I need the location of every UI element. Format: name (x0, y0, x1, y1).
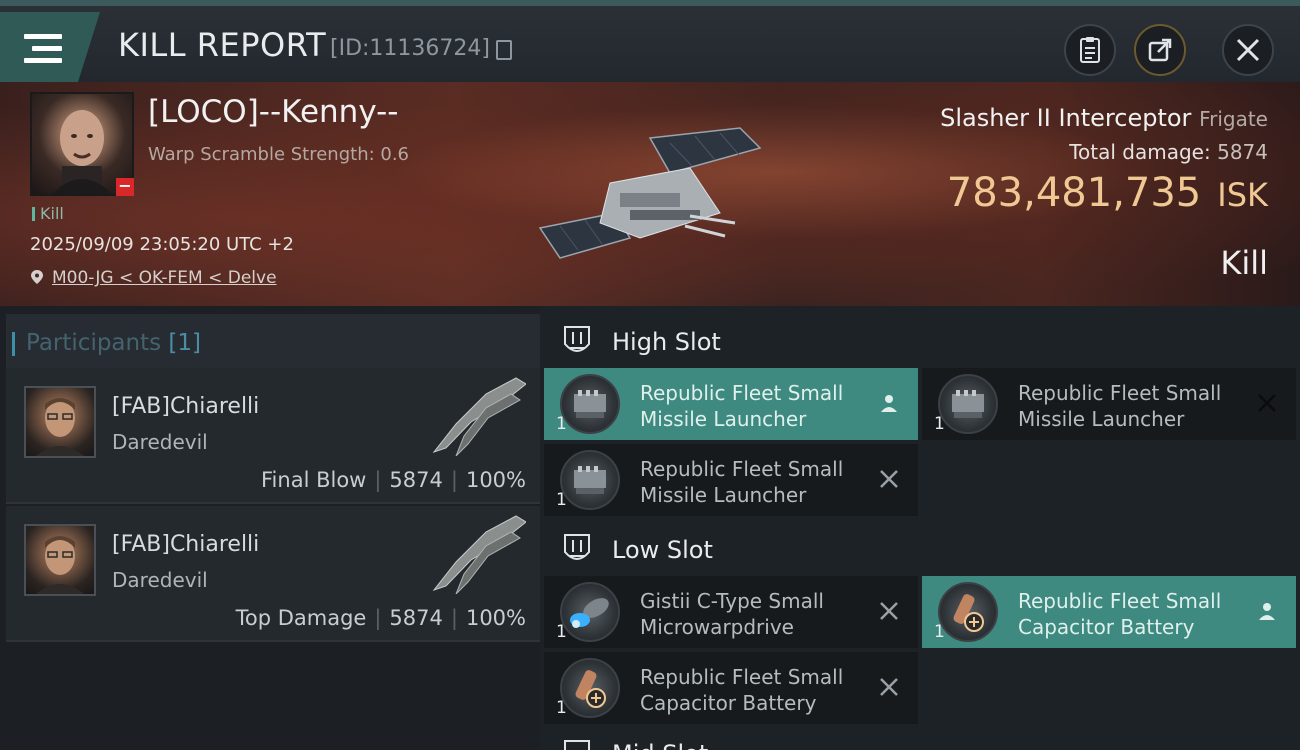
module-quantity: 1 (556, 622, 567, 642)
participant-role: Top Damage (235, 606, 367, 630)
victim-name[interactable]: [LOCO]--Kenny-- (148, 94, 399, 130)
header-bar: KILL REPORT [ID:11136724] (0, 0, 1300, 82)
clipboard-icon (1080, 37, 1100, 63)
kill-datetime: 2025/09/09 23:05:20 UTC +2 (30, 234, 294, 255)
victim-banner: − [LOCO]--Kenny-- Warp Scramble Strength… (0, 82, 1300, 306)
participants-header: Participants [1] (6, 314, 540, 372)
participant-face (36, 398, 84, 456)
participants-title: Participants [1] (11, 330, 202, 356)
mid-slot-icon (564, 740, 590, 750)
module-slot[interactable]: 1 Republic Fleet Small Missile Launcher (544, 444, 918, 516)
module-name: Republic Fleet Small Missile Launcher (640, 381, 844, 431)
destroyed-x-icon (880, 678, 898, 696)
hostile-badge: − (116, 178, 134, 196)
capacitor-battery-icon (938, 582, 998, 642)
destroyed-x-icon (880, 470, 898, 488)
module-name: Gistii C-Type Small Microwarpdrive (640, 589, 824, 639)
participant-row[interactable]: [FAB]Chiarelli Daredevil Final Blow | 5874… (6, 368, 540, 504)
missile-launcher-icon (560, 450, 620, 510)
participant-portrait[interactable] (24, 524, 96, 596)
module-slot[interactable]: 1 Republic Fleet Small Missile Launcher (922, 368, 1296, 440)
menu-tab[interactable] (0, 12, 100, 82)
participants-label: Participants (26, 330, 162, 356)
participant-ship: Daredevil (112, 430, 208, 454)
low-slot-title: Low Slot (612, 536, 713, 564)
participant-damage: 5874 (389, 606, 443, 630)
participant-portrait[interactable] (24, 386, 96, 458)
high-slot-header: High Slot (540, 310, 1300, 372)
isk-value: 783,481,735 ISK (947, 170, 1268, 216)
module-quantity: 1 (934, 622, 945, 642)
missile-launcher-icon (560, 374, 620, 434)
module-slot[interactable]: 1 Republic Fleet Small Missile Launcher (544, 368, 918, 440)
participant-ship: Daredevil (112, 568, 208, 592)
share-button[interactable] (1134, 24, 1186, 76)
victim-ship-render (538, 127, 762, 259)
total-damage-value: 5874 (1217, 140, 1268, 164)
dropped-person-icon (1259, 603, 1275, 620)
isk-amount: 783,481,735 (946, 170, 1202, 216)
mid-slot-header: Mid Slot (540, 730, 1300, 750)
low-slot-header: Low Slot (540, 518, 1300, 580)
dropped-person-icon (881, 395, 897, 412)
destroyed-x-icon (1258, 394, 1276, 412)
log-button[interactable] (1064, 24, 1116, 76)
low-slot-icon (564, 534, 590, 560)
participant-damage: 5874 (389, 468, 443, 492)
copy-icon[interactable] (496, 40, 512, 60)
location-text: M00-JG < OK-FEM < Delve (52, 268, 277, 288)
participant-name[interactable]: [FAB]Chiarelli (112, 532, 259, 557)
kill-report-screen: KILL REPORT [ID:11136724] − [LOCO]--Kenn… (0, 0, 1300, 750)
participant-role: Final Blow (261, 468, 367, 492)
share-icon (1148, 38, 1172, 62)
kill-location-link[interactable]: M00-JG < OK-FEM < Delve (30, 268, 277, 288)
module-name: Republic Fleet Small Capacitor Battery (1018, 589, 1222, 639)
warp-scramble-strength: Warp Scramble Strength: 0.6 (148, 144, 410, 165)
module-slot[interactable]: 1 Republic Fleet Small Capacitor Battery (922, 576, 1296, 648)
ship-name: Slasher II Interceptor (940, 104, 1192, 132)
module-quantity: 1 (934, 414, 945, 434)
total-damage-label: Total damage: (1069, 140, 1211, 164)
close-button[interactable] (1222, 24, 1274, 76)
kill-result: Kill (1220, 244, 1268, 282)
participants-panel: Participants [1] [FAB]Chiarelli Daredevi… (0, 306, 540, 750)
module-slot[interactable]: 1 Gistii C-Type Small Microwarpdrive (544, 576, 918, 648)
participant-face (36, 536, 84, 594)
module-name: Republic Fleet Small Capacitor Battery (640, 665, 844, 715)
participant-row[interactable]: [FAB]Chiarelli Daredevil Top Damage | 5874… (6, 506, 540, 642)
module-name: Republic Fleet Small Missile Launcher (1018, 381, 1222, 431)
destroyed-x-icon (880, 602, 898, 620)
missile-launcher-icon (938, 374, 998, 434)
total-damage: Total damage: 5874 (1069, 140, 1268, 164)
participant-name[interactable]: [FAB]Chiarelli (112, 394, 259, 419)
isk-unit: ISK (1217, 176, 1268, 214)
participant-ship-icon (432, 377, 526, 456)
capacitor-battery-icon (560, 658, 620, 718)
module-quantity: 1 (556, 698, 567, 718)
kill-tag: Kill (32, 204, 64, 223)
high-slot-icon (564, 326, 590, 352)
participant-stats: Top Damage | 5874 | 100% (235, 606, 526, 630)
page-title: KILL REPORT (118, 26, 327, 64)
participant-percent: 100% (465, 468, 526, 492)
report-id: [ID:11136724] (330, 36, 490, 61)
location-pin-icon (31, 270, 43, 284)
microwarpdrive-icon (560, 582, 620, 642)
participant-ship-icon (432, 515, 526, 594)
high-slot-title: High Slot (612, 328, 721, 356)
module-quantity: 1 (556, 414, 567, 434)
module-slot[interactable]: 1 Republic Fleet Small Capacitor Battery (544, 652, 918, 724)
mid-slot-title: Mid Slot (612, 740, 708, 750)
menu-icon[interactable] (24, 34, 62, 64)
participant-percent: 100% (465, 606, 526, 630)
fitting-panel: High Slot 1 Republic Fleet Small Missile … (540, 306, 1300, 750)
ship-class: Frigate (1199, 107, 1268, 131)
victim-ship[interactable]: Slasher II Interceptor Frigate (940, 104, 1268, 132)
participants-count: [1] (168, 330, 202, 356)
module-quantity: 1 (556, 490, 567, 510)
participant-stats: Final Blow | 5874 | 100% (261, 468, 526, 492)
module-name: Republic Fleet Small Missile Launcher (640, 457, 844, 507)
close-icon (1236, 38, 1260, 62)
